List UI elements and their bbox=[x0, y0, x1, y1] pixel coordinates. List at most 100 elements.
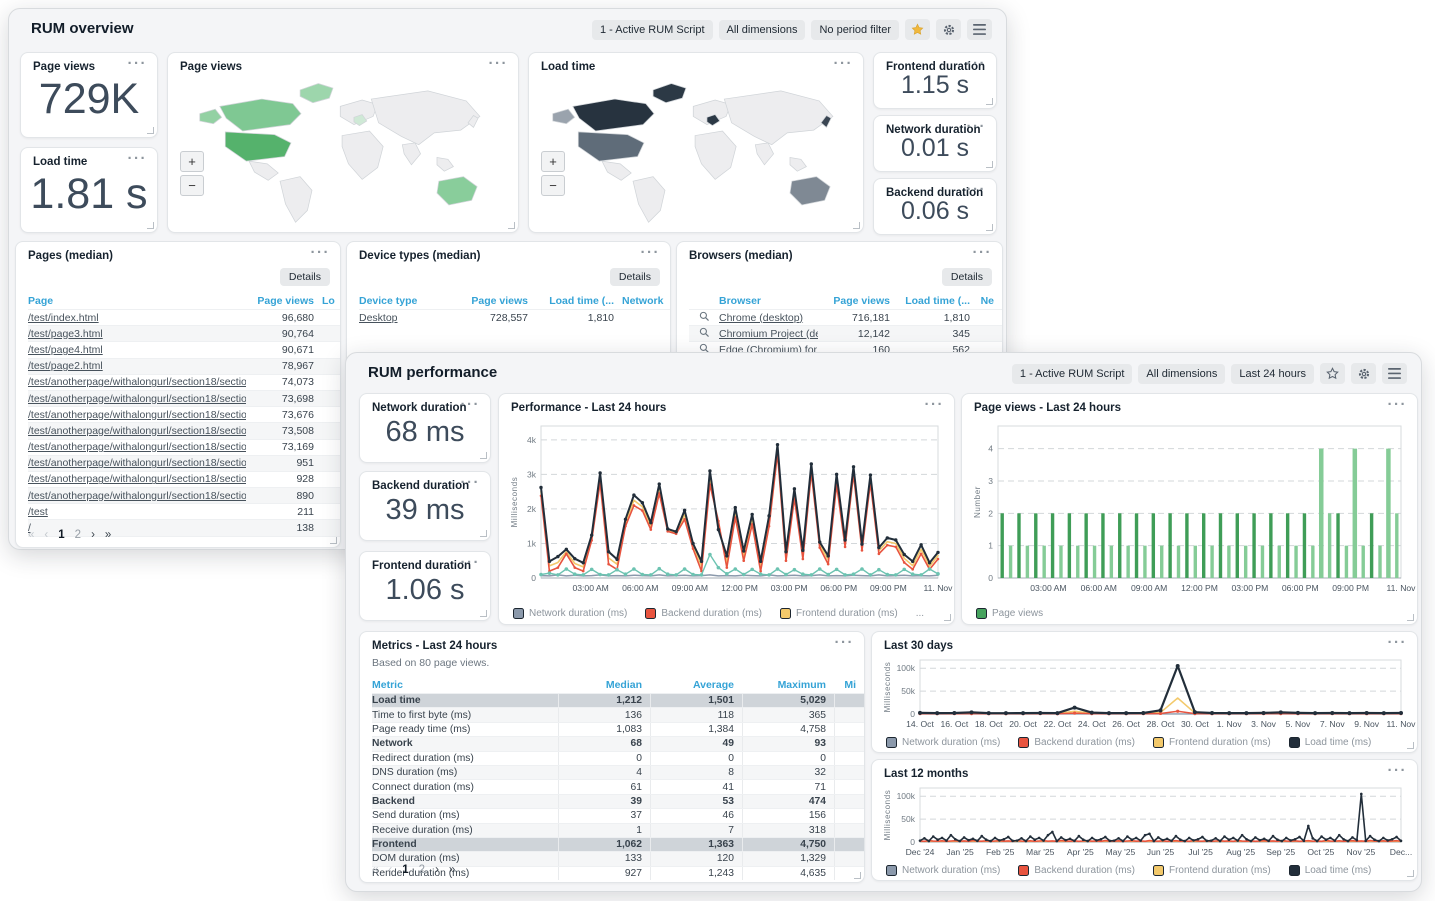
map-region-india[interactable] bbox=[755, 143, 773, 165]
legend-item[interactable]: Load time (ms) bbox=[1289, 737, 1372, 748]
browser-link[interactable]: Chrome (desktop) bbox=[719, 312, 803, 324]
card-menu-icon[interactable] bbox=[128, 150, 148, 167]
map-region-south-america[interactable] bbox=[280, 177, 312, 223]
map-region-canada[interactable] bbox=[573, 99, 654, 131]
card-menu-icon[interactable] bbox=[128, 55, 148, 72]
column-header[interactable]: Page views bbox=[818, 295, 898, 307]
pagination-item[interactable]: › bbox=[91, 529, 95, 541]
row-search-button[interactable] bbox=[689, 327, 719, 341]
map-region-australia[interactable] bbox=[437, 177, 477, 205]
card-menu-icon[interactable] bbox=[489, 55, 509, 72]
column-header[interactable]: Device type bbox=[359, 295, 442, 307]
column-header[interactable]: Page bbox=[28, 295, 246, 307]
card-menu-icon[interactable] bbox=[834, 55, 854, 72]
legend-item[interactable]: Network duration (ms) bbox=[513, 608, 627, 619]
card-menu-icon[interactable] bbox=[967, 118, 987, 135]
column-header[interactable]: Maximum bbox=[742, 676, 834, 693]
card-menu-icon[interactable] bbox=[1388, 396, 1408, 413]
page-link[interactable]: /test/anotherpage/withalongurl/section18… bbox=[28, 473, 246, 485]
menu-hamburger-button[interactable] bbox=[1382, 363, 1407, 384]
column-header[interactable]: Page views bbox=[442, 295, 536, 307]
toolbar-filter-button[interactable]: No period filter bbox=[811, 20, 899, 40]
map-region-canada[interactable] bbox=[220, 99, 301, 131]
menu-hamburger-button[interactable] bbox=[967, 19, 992, 40]
column-header[interactable]: Load time (... bbox=[898, 295, 978, 307]
favorite-star-button[interactable] bbox=[905, 19, 930, 40]
map-zoom-in-button[interactable]: + bbox=[180, 151, 204, 172]
column-header[interactable]: Page views bbox=[246, 295, 322, 307]
settings-gear-button[interactable] bbox=[936, 19, 961, 40]
page-link[interactable]: /test bbox=[28, 506, 48, 518]
pagination-item[interactable]: « bbox=[372, 864, 378, 876]
pagination-item[interactable]: 2 bbox=[75, 529, 81, 541]
settings-gear-button[interactable] bbox=[1351, 363, 1376, 384]
map-region-mexico[interactable] bbox=[249, 161, 278, 180]
card-menu-icon[interactable] bbox=[461, 554, 481, 571]
toolbar-filter-button[interactable]: All dimensions bbox=[719, 20, 806, 40]
map-zoom-in-button[interactable]: + bbox=[541, 151, 565, 172]
pagination-item[interactable]: » bbox=[449, 864, 455, 876]
card-menu-icon[interactable] bbox=[461, 474, 481, 491]
map-region-asia[interactable] bbox=[724, 91, 833, 145]
map-region-mexico[interactable] bbox=[602, 161, 631, 180]
column-header[interactable]: Mi bbox=[834, 676, 864, 693]
page-link[interactable]: /test/anotherpage/withalongurl/section18… bbox=[28, 490, 246, 502]
page-link[interactable]: /test/page4.html bbox=[28, 344, 103, 356]
card-menu-icon[interactable] bbox=[641, 244, 661, 261]
map-region-india[interactable] bbox=[402, 143, 420, 165]
pagination-item[interactable]: 1 bbox=[58, 529, 64, 541]
page-link[interactable]: /test/anotherpage/withalongurl/section18… bbox=[28, 425, 246, 437]
details-button[interactable]: Details bbox=[280, 268, 330, 286]
toolbar-filter-button[interactable]: 1 - Active RUM Script bbox=[1012, 364, 1133, 384]
legend-item[interactable]: Backend duration (ms) bbox=[645, 608, 762, 619]
card-menu-icon[interactable] bbox=[967, 55, 987, 72]
page-link[interactable]: /test/anotherpage/withalongurl/section18… bbox=[28, 393, 246, 405]
legend-item[interactable]: Page views bbox=[976, 608, 1043, 619]
legend-item[interactable]: ... bbox=[916, 608, 924, 619]
map-zoom-out-button[interactable]: − bbox=[541, 175, 565, 196]
card-menu-icon[interactable] bbox=[835, 634, 855, 651]
page-link[interactable]: /test/anotherpage/withalongurl/section18… bbox=[28, 441, 246, 453]
map-region-sea[interactable] bbox=[790, 157, 806, 171]
column-header[interactable]: Metric bbox=[372, 679, 558, 691]
pagination-item[interactable]: 1 bbox=[402, 864, 408, 876]
page-link[interactable]: /test/page3.html bbox=[28, 328, 103, 340]
legend-item[interactable]: Frontend duration (ms) bbox=[1153, 737, 1271, 748]
toolbar-filter-button[interactable]: 1 - Active RUM Script bbox=[592, 20, 713, 40]
toolbar-filter-button[interactable]: All dimensions bbox=[1138, 364, 1225, 384]
map-region-greenland[interactable] bbox=[300, 84, 333, 103]
column-header[interactable]: Median bbox=[558, 676, 650, 693]
column-header[interactable]: Average bbox=[650, 676, 742, 693]
page-link[interactable]: /test/page2.html bbox=[28, 360, 103, 372]
pagination-item[interactable]: ‹ bbox=[44, 529, 48, 541]
legend-item[interactable]: Frontend duration (ms) bbox=[780, 608, 898, 619]
details-button[interactable]: Details bbox=[610, 268, 660, 286]
page-link[interactable]: /test/index.html bbox=[28, 312, 99, 324]
pagination-item[interactable]: › bbox=[435, 864, 439, 876]
map-region-greenland[interactable] bbox=[653, 84, 686, 103]
map-region-usa[interactable] bbox=[578, 132, 644, 161]
toolbar-filter-button[interactable]: Last 24 hours bbox=[1231, 364, 1314, 384]
column-header[interactable]: Lo bbox=[322, 295, 340, 307]
legend-item[interactable]: Network duration (ms) bbox=[886, 865, 1000, 876]
page-link[interactable]: /test/anotherpage/withalongurl/section18… bbox=[28, 457, 246, 469]
column-header[interactable]: Load time (... bbox=[536, 295, 622, 307]
map-region-africa[interactable] bbox=[342, 131, 383, 179]
pagination-item[interactable]: « bbox=[28, 529, 34, 541]
map-zoom-out-button[interactable]: − bbox=[180, 175, 204, 196]
card-menu-icon[interactable] bbox=[1388, 762, 1408, 779]
favorite-star-button[interactable] bbox=[1320, 363, 1345, 384]
details-button[interactable]: Details bbox=[942, 268, 992, 286]
legend-item[interactable]: Frontend duration (ms) bbox=[1153, 865, 1271, 876]
device-type-link[interactable]: Desktop bbox=[359, 312, 398, 324]
map-region-africa[interactable] bbox=[695, 131, 736, 179]
legend-item[interactable]: Backend duration (ms) bbox=[1018, 737, 1135, 748]
row-search-button[interactable] bbox=[689, 311, 719, 325]
column-header[interactable]: Ne bbox=[978, 295, 1002, 307]
map-region-alaska[interactable] bbox=[553, 109, 575, 124]
card-menu-icon[interactable] bbox=[925, 396, 945, 413]
column-header[interactable]: Browser bbox=[719, 295, 818, 307]
pagination-item[interactable]: ‹ bbox=[388, 864, 392, 876]
map-region-alaska[interactable] bbox=[200, 109, 222, 124]
legend-item[interactable]: Backend duration (ms) bbox=[1018, 865, 1135, 876]
